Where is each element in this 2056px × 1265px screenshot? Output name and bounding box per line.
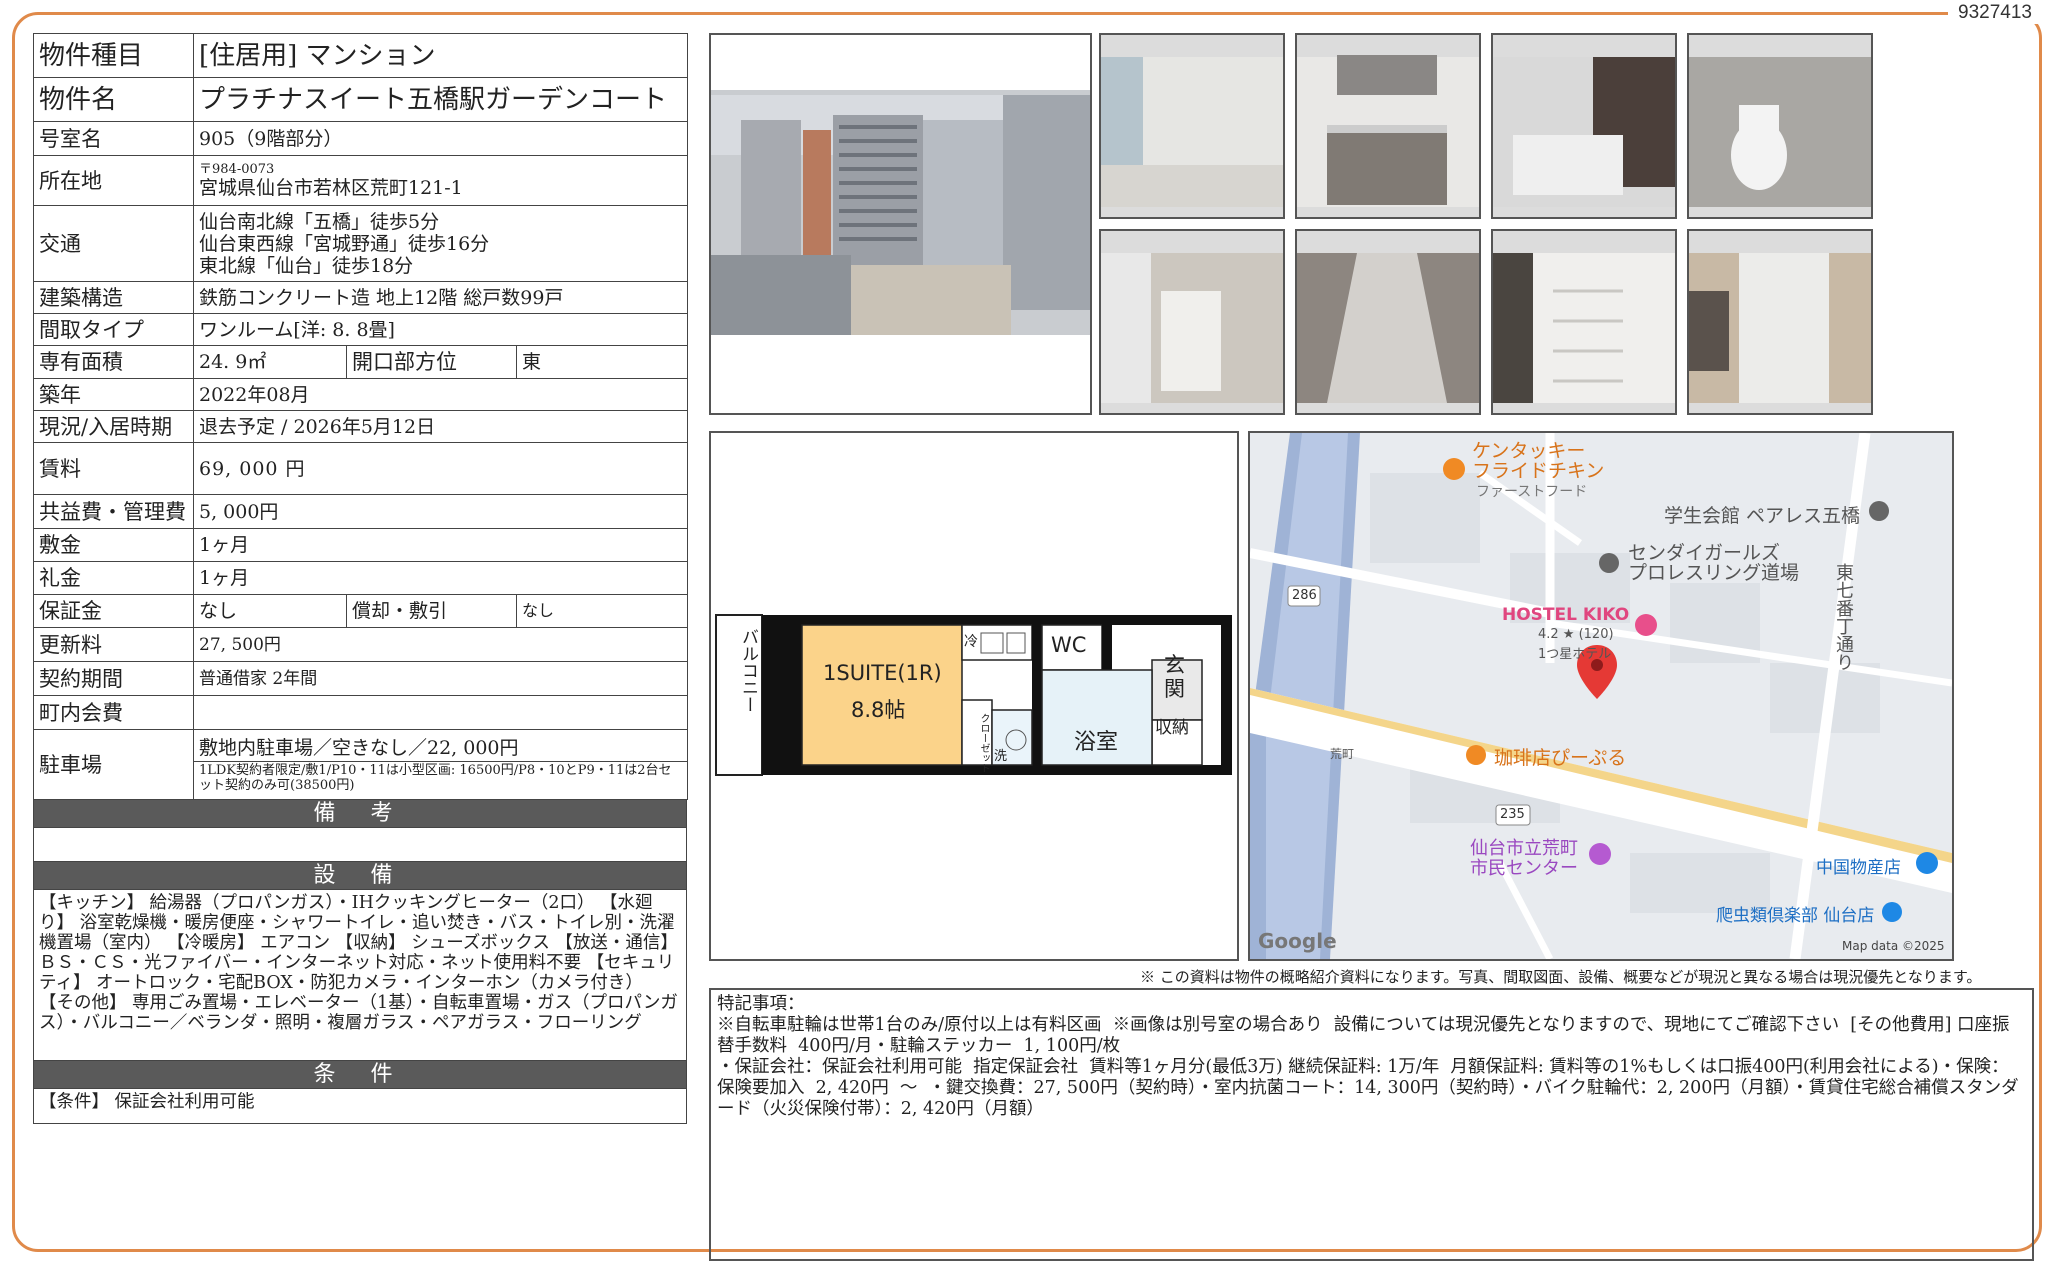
remarks-box xyxy=(33,828,687,862)
balcony-label: バルコニー xyxy=(738,628,758,713)
layout-label: 間取タイプ xyxy=(33,313,194,346)
renewal-value: 27, 500円 xyxy=(192,627,689,662)
poi-gym: センダイガールズ プロレスリング道場 xyxy=(1628,542,1800,584)
poi-hotel-sub: 1つ星ホテル xyxy=(1538,647,1612,662)
google-logo: Google xyxy=(1258,929,1337,953)
type-value: [住居用] マンション xyxy=(192,33,689,78)
bathroom-photo xyxy=(1491,33,1677,219)
postal-code: 〒984-0073 xyxy=(199,162,275,177)
fee-value: 5, 000円 xyxy=(192,494,689,529)
poi-kfc: ケンタッキー フライドチキン xyxy=(1472,440,1605,482)
map-attribution: Map data ©2025 xyxy=(1842,939,1945,953)
built-label: 築年 xyxy=(33,378,194,411)
route-235: 235 xyxy=(1500,807,1525,822)
deposit-value: 1ヶ月 xyxy=(192,528,689,562)
poi-center: 仙台市立荒町 市民センター xyxy=(1470,838,1578,879)
type-label: 物件種目 xyxy=(33,33,194,78)
structure-label: 建築構造 xyxy=(33,281,194,314)
guarantee-label: 保証金 xyxy=(33,594,194,628)
poi-hall: 学生会館 ペアレス五橋 xyxy=(1664,505,1861,527)
renewal-label: 更新料 xyxy=(33,627,194,662)
key-money-value: 1ヶ月 xyxy=(192,561,689,595)
poi-cafe: 珈琲店ぴーぷる xyxy=(1494,747,1627,769)
amort-value: なし xyxy=(515,594,689,628)
document-id: 9327413 xyxy=(1948,2,2042,24)
bath-label: 浴室 xyxy=(1074,730,1119,755)
storage-label: 収納 xyxy=(1155,718,1189,738)
poi-kfc-sub: ファーストフード xyxy=(1476,484,1588,500)
transport-line: 仙台東西線「宮城野通」徒歩16分 xyxy=(199,232,490,255)
room-label: 号室名 xyxy=(33,121,194,156)
address-value: 宮城県仙台市若林区荒町121-1 xyxy=(199,177,463,199)
toilet-photo xyxy=(1687,33,1873,219)
remarks-section-header: 備 考 xyxy=(33,800,687,828)
property-table: 物件種目 [住居用] マンション 物件名 プラチナスイート五橋駅ガーデンコート 号室… xyxy=(33,33,689,800)
room-size-label: 8.8帖 xyxy=(851,698,906,722)
poi-hotel-rating: 4.2 ★ (120) xyxy=(1538,627,1614,642)
washroom-photo xyxy=(1099,229,1285,415)
fee-label: 共益費・管理費 xyxy=(33,494,194,529)
location-map: ケンタッキー フライドチキン ファーストフード 学生会館 ペアレス五橋 センダイ… xyxy=(1248,431,1954,961)
deposit-label: 敷金 xyxy=(33,528,194,562)
built-value: 2022年08月 xyxy=(192,378,689,411)
remarks-text: ※自転車駐輪は世帯1台のみ/原付以上は有料区画 ※画像は別号室の場合あり 設備に… xyxy=(717,1015,2019,1119)
room-photo xyxy=(1099,33,1285,219)
signal-label: 荒町 xyxy=(1330,747,1355,761)
parking-value: 敷地内駐車場／空きなし／22, 000円 xyxy=(194,735,687,762)
room-value: 905（9階部分） xyxy=(192,121,689,156)
transport-label: 交通 xyxy=(33,205,194,282)
closet-photo xyxy=(1687,229,1873,415)
washer-label: 洗 xyxy=(994,749,1008,764)
layout-value: ワンルーム[洋: 8. 8畳] xyxy=(192,313,689,346)
shoe-storage-photo xyxy=(1491,229,1677,415)
structure-value: 鉄筋コンクリート造 地上12階 総戸数99戸 xyxy=(192,281,689,314)
contract-label: 契約期間 xyxy=(33,661,194,696)
hallway-photo xyxy=(1295,229,1481,415)
name-value: プラチナスイート五橋駅ガーデンコート xyxy=(192,77,689,122)
contract-value: 普通借家 2年間 xyxy=(192,661,689,696)
facing-value: 東 xyxy=(515,345,689,379)
parking-note: 1LDK契約者限定/敷1/P10・11は小型区画: 16500円/P8・10とP… xyxy=(199,763,672,793)
equipment-section-header: 設 備 xyxy=(33,862,687,890)
rent-value: 69, 000 円 xyxy=(192,442,689,495)
building-exterior-photo xyxy=(709,33,1092,415)
special-remarks: 特記事項： ※自転車駐輪は世帯1台のみ/原付以上は有料区画 ※画像は別号室の場合… xyxy=(709,988,2034,1261)
facing-label: 開口部方位 xyxy=(346,345,517,379)
property-info: 物件種目 [住居用] マンション 物件名 プラチナスイート五橋駅ガーデンコート 号室… xyxy=(33,33,689,1124)
room-name-label: 1SUITE(1R) xyxy=(823,661,942,685)
area-value: 24. 9㎡ xyxy=(193,345,347,379)
community-value xyxy=(192,695,689,730)
closet-label: クローゼット xyxy=(978,713,989,773)
remarks-heading: 特記事項： xyxy=(717,994,805,1014)
status-value: 退去予定 / 2026年5月12日 xyxy=(192,410,689,443)
conditions-text: 【条件】 保証会社利用可能 xyxy=(33,1089,687,1124)
route-286: 286 xyxy=(1292,588,1317,603)
disclaimer-notice: ※ この資料は物件の概略紹介資料になります。写真、間取図面、設備、概要などが現況… xyxy=(1140,968,1982,986)
name-label: 物件名 xyxy=(33,77,194,122)
parking-label: 駐車場 xyxy=(33,729,194,800)
status-label: 現況/入居時期 xyxy=(33,410,194,443)
entrance-label: 玄関 xyxy=(1164,653,1185,701)
equipment-text: 【キッチン】 給湯器（プロパンガス）・IHクッキングヒーター（2口） 【水廻り】… xyxy=(33,890,687,1061)
guarantee-value: なし xyxy=(193,594,347,628)
area-label: 専有面積 xyxy=(33,345,194,379)
address-label: 所在地 xyxy=(33,155,194,206)
transport-line: 東北線「仙台」徒歩18分 xyxy=(199,254,414,277)
wc-label: WC xyxy=(1051,633,1087,657)
kitchen-photo xyxy=(1295,33,1481,219)
poi-hotel: HOSTEL KIKO xyxy=(1502,605,1630,625)
community-label: 町内会費 xyxy=(33,695,194,730)
transport-line: 仙台南北線「五橋」徒歩5分 xyxy=(199,210,440,233)
floor-plan: バルコニー 1SUITE(1R) 8.8帖 WC 玄関 収納 浴室 クローゼット… xyxy=(709,431,1239,961)
amort-label: 償却・敷引 xyxy=(346,594,517,628)
conditions-section-header: 条 件 xyxy=(33,1061,687,1089)
street-label: 東七番丁通り xyxy=(1833,563,1854,671)
fridge-label: 冷 xyxy=(964,634,978,650)
rent-label: 賃料 xyxy=(33,442,194,495)
key-money-label: 礼金 xyxy=(33,561,194,595)
poi-store: 中国物産店 xyxy=(1816,858,1901,878)
poi-reptile: 爬虫類倶楽部 仙台店 xyxy=(1716,906,1875,926)
